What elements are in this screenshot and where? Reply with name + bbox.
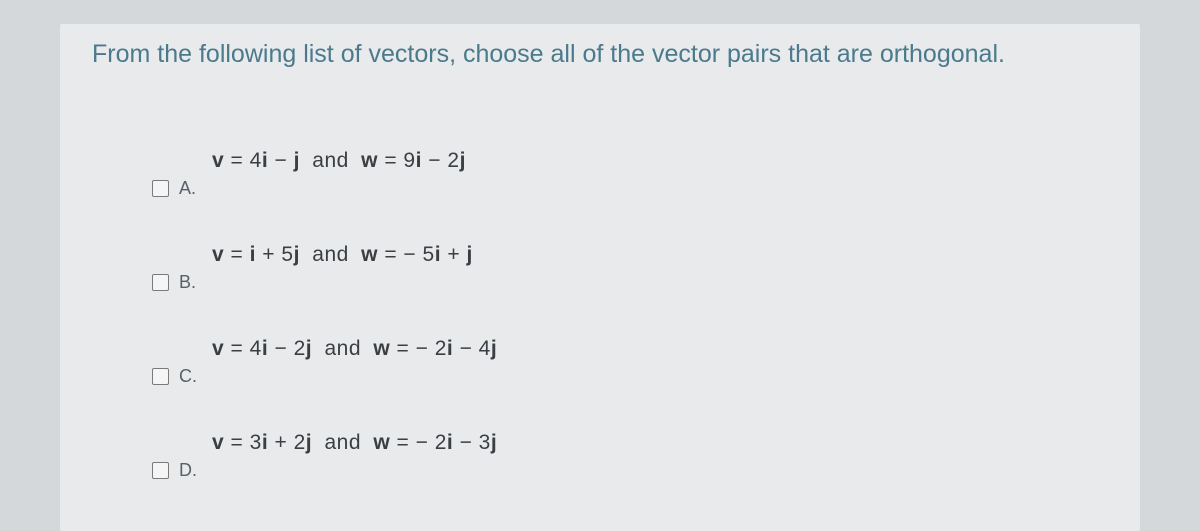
- eq-part: =: [224, 243, 249, 266]
- option-a-checkbox[interactable]: [152, 180, 169, 197]
- question-text: From the following list of vectors, choo…: [92, 40, 1108, 69]
- eq-part: v: [212, 431, 224, 454]
- eq-part: j: [306, 431, 312, 454]
- eq-part: and: [306, 149, 355, 172]
- option-a-selector: A.: [152, 178, 203, 199]
- eq-part: w: [373, 337, 390, 360]
- eq-part: = 4: [224, 149, 262, 172]
- eq-part: = 3: [224, 431, 262, 454]
- eq-part: − 2: [422, 149, 460, 172]
- eq-part: w: [361, 243, 378, 266]
- option-d-checkbox[interactable]: [152, 462, 169, 479]
- option-d-letter: D.: [179, 460, 203, 481]
- option-c-equation: v = 4i − 2j and w = − 2i − 4j: [212, 337, 497, 361]
- eq-part: j: [460, 149, 466, 172]
- option-b: v = i + 5j and w = − 5i + j B.: [152, 243, 1108, 293]
- options-list: v = 4i − j and w = 9i − 2j A. v = i + 5j…: [152, 149, 1108, 481]
- option-a-equation: v = 4i − j and w = 9i − 2j: [212, 149, 466, 173]
- option-b-selector: B.: [152, 272, 203, 293]
- option-a: v = 4i − j and w = 9i − 2j A.: [152, 149, 1108, 199]
- option-d-selector: D.: [152, 460, 203, 481]
- eq-part: = − 5: [378, 243, 435, 266]
- option-d: v = 3i + 2j and w = − 2i − 3j D.: [152, 431, 1108, 481]
- eq-part: v: [212, 243, 224, 266]
- option-d-equation: v = 3i + 2j and w = − 2i − 3j: [212, 431, 497, 455]
- eq-part: j: [491, 337, 497, 360]
- eq-part: −: [268, 149, 293, 172]
- eq-part: − 2: [268, 337, 306, 360]
- eq-part: + 2: [268, 431, 306, 454]
- eq-part: w: [361, 149, 378, 172]
- option-c-letter: C.: [179, 366, 203, 387]
- eq-part: j: [294, 243, 300, 266]
- option-a-letter: A.: [179, 178, 203, 199]
- eq-part: = 9: [378, 149, 416, 172]
- eq-part: = 4: [224, 337, 262, 360]
- eq-part: and: [306, 243, 355, 266]
- eq-part: − 3: [453, 431, 491, 454]
- eq-part: w: [373, 431, 390, 454]
- eq-part: +: [441, 243, 466, 266]
- eq-part: and: [318, 337, 367, 360]
- eq-part: v: [212, 149, 224, 172]
- eq-part: and: [318, 431, 367, 454]
- option-c-checkbox[interactable]: [152, 368, 169, 385]
- option-b-equation: v = i + 5j and w = − 5i + j: [212, 243, 473, 267]
- eq-part: = − 2: [390, 431, 447, 454]
- option-c: v = 4i − 2j and w = − 2i − 4j C.: [152, 337, 1108, 387]
- eq-part: + 5: [256, 243, 294, 266]
- eq-part: j: [294, 149, 300, 172]
- eq-part: v: [212, 337, 224, 360]
- option-b-letter: B.: [179, 272, 203, 293]
- eq-part: = − 2: [390, 337, 447, 360]
- eq-part: j: [306, 337, 312, 360]
- eq-part: j: [491, 431, 497, 454]
- eq-part: j: [467, 243, 473, 266]
- option-b-checkbox[interactable]: [152, 274, 169, 291]
- eq-part: − 4: [453, 337, 491, 360]
- question-container: From the following list of vectors, choo…: [60, 24, 1140, 531]
- option-c-selector: C.: [152, 366, 203, 387]
